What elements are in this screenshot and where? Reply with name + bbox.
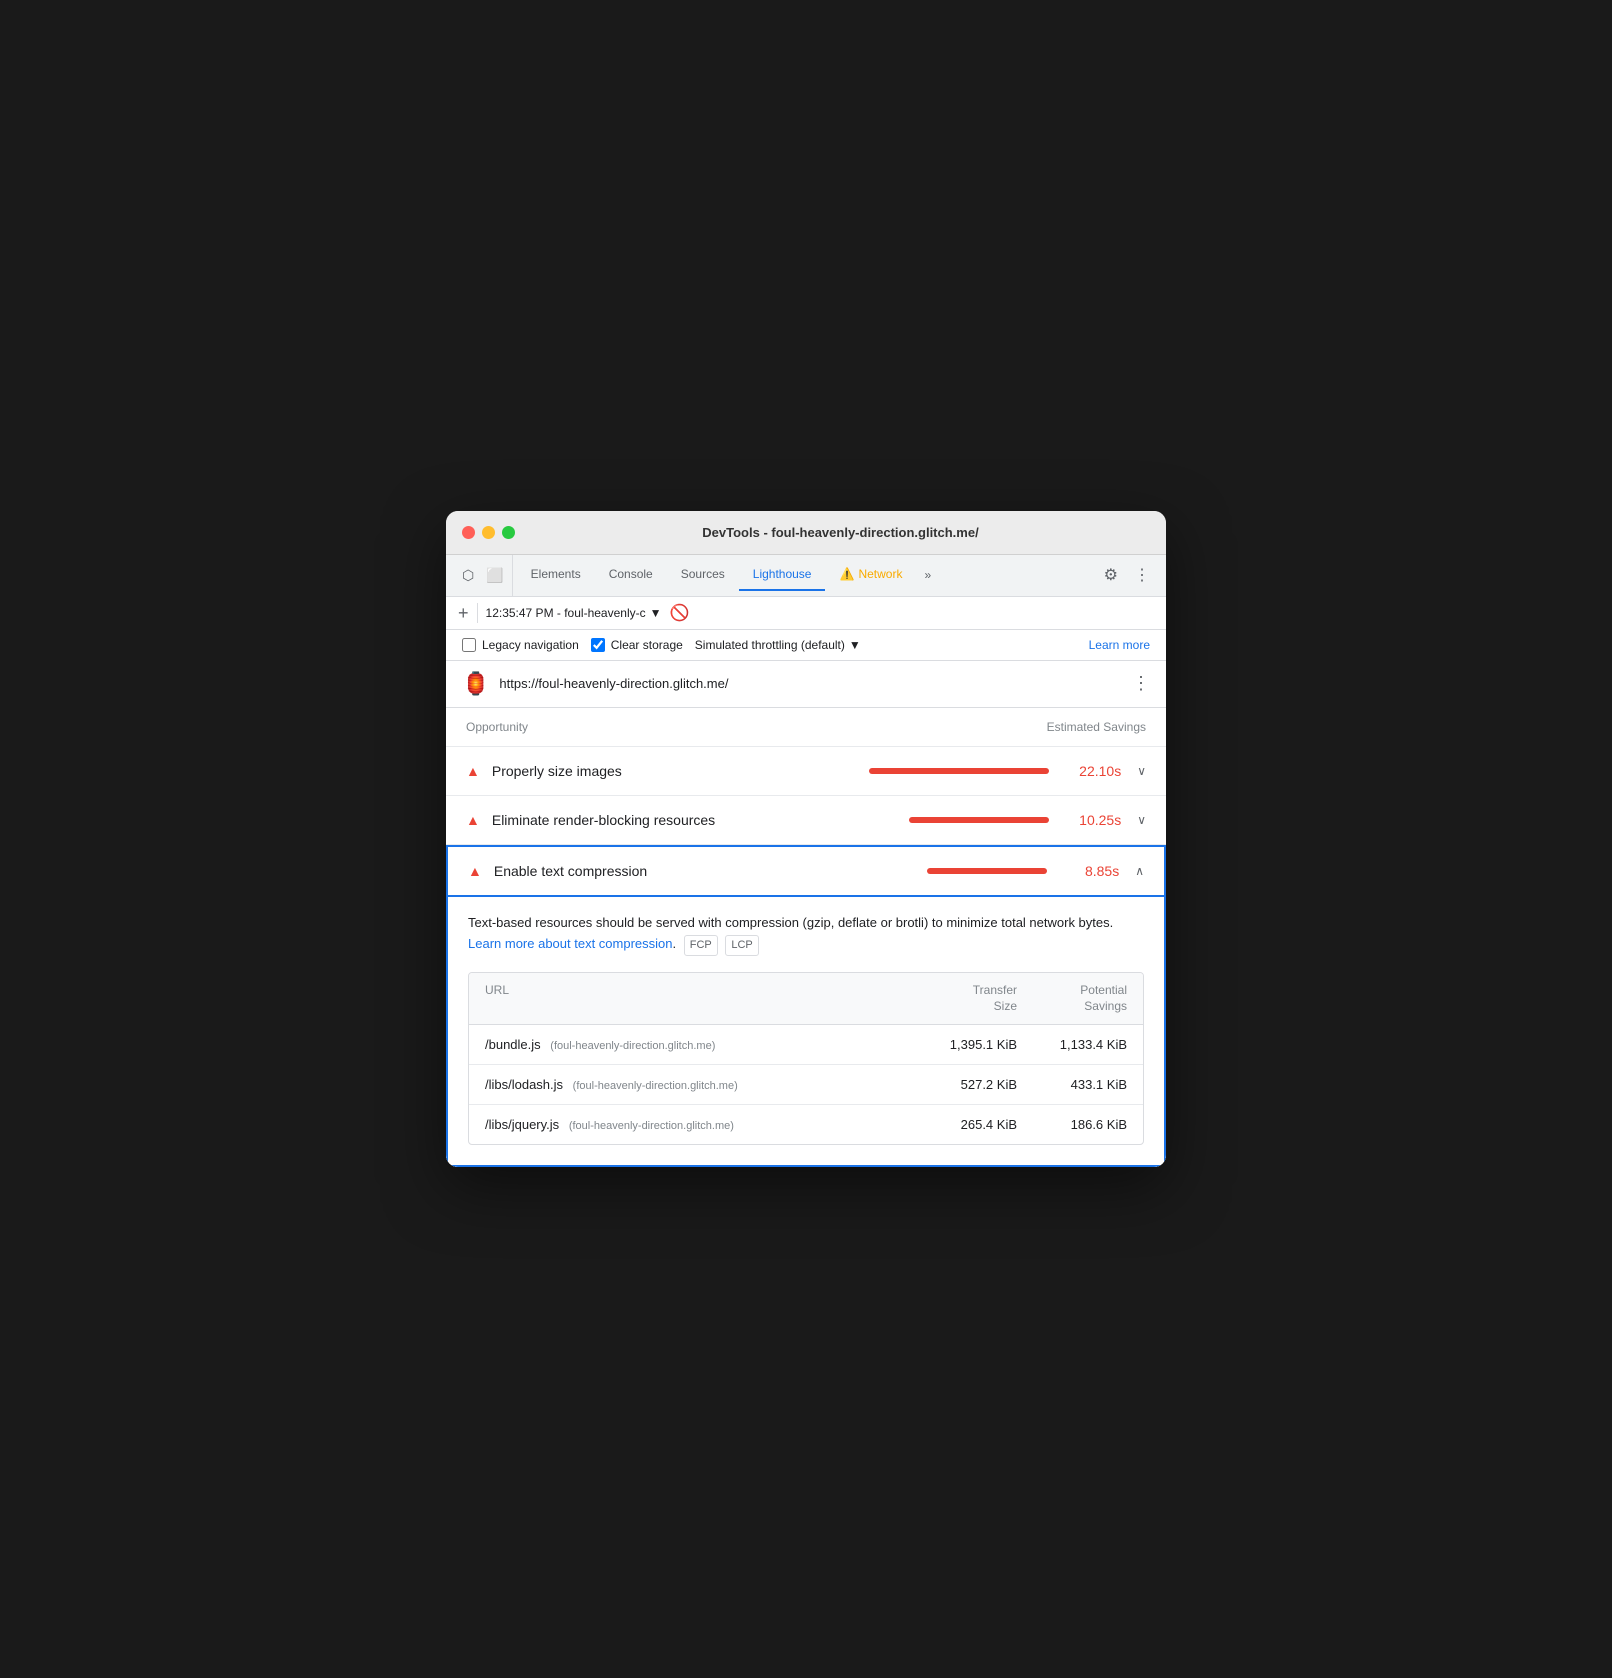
url-more-button[interactable]: ⋮ <box>1132 673 1150 694</box>
warning-triangle-icon: ⚠️ <box>839 567 854 581</box>
resource-transfer-size: 265.4 KiB <box>907 1117 1017 1132</box>
lighthouse-icon: 🏮 <box>462 671 489 697</box>
audit-time: 22.10s <box>1061 763 1121 779</box>
minimize-button[interactable] <box>482 526 495 539</box>
throttle-text: Simulated throttling (default) <box>695 638 845 652</box>
resource-potential-savings: 1,133.4 KiB <box>1017 1037 1127 1052</box>
expand-chevron-icon: ∨ <box>1137 813 1146 827</box>
warning-icon: ▲ <box>468 863 482 879</box>
options-bar: Legacy navigation Clear storage Simulate… <box>446 630 1166 661</box>
audit-time: 8.85s <box>1059 863 1119 879</box>
col-transfer-header: TransferSize <box>907 983 1017 1014</box>
legacy-nav-checkbox-label[interactable]: Legacy navigation <box>462 638 579 652</box>
resource-url-main: /libs/jquery.js <box>485 1117 559 1132</box>
audit-bar-container <box>849 768 1049 774</box>
session-selector[interactable]: 12:35:47 PM - foul-heavenly-c ▼ <box>486 606 662 620</box>
resources-table-header: URL TransferSize PotentialSavings <box>469 973 1143 1025</box>
devtools-window: DevTools - foul-heavenly-direction.glitc… <box>446 511 1166 1168</box>
audit-savings-bar <box>909 817 1049 823</box>
devtools-body: ⬡ ⬜ Elements Console Sources Lighthouse … <box>446 555 1166 1168</box>
expanded-audit-detail: Text-based resources should be served wi… <box>446 897 1166 1168</box>
clear-storage-checkbox-label[interactable]: Clear storage <box>591 638 683 652</box>
audit-description: Text-based resources should be served wi… <box>468 913 1144 956</box>
audit-savings-bar <box>927 868 1047 874</box>
lcp-badge: LCP <box>725 935 758 957</box>
audit-title: Properly size images <box>492 763 837 779</box>
title-bar: DevTools - foul-heavenly-direction.glitc… <box>446 511 1166 555</box>
resource-url-host: (foul-heavenly-direction.glitch.me) <box>569 1120 734 1132</box>
traffic-lights <box>462 526 515 539</box>
audit-title: Eliminate render-blocking resources <box>492 812 837 828</box>
throttle-arrow-icon: ▼ <box>849 638 861 652</box>
window-title: DevTools - foul-heavenly-direction.glitc… <box>531 525 1150 540</box>
col-savings-header: PotentialSavings <box>1017 983 1127 1014</box>
resource-url-main: /bundle.js <box>485 1037 541 1052</box>
tab-sources[interactable]: Sources <box>667 559 739 591</box>
audit-title: Enable text compression <box>494 863 835 879</box>
collapse-chevron-icon: ∧ <box>1135 864 1144 878</box>
inspect-icon[interactable]: ⬜ <box>482 563 507 588</box>
clear-storage-checkbox[interactable] <box>591 638 605 652</box>
resources-table: URL TransferSize PotentialSavings /bundl… <box>468 972 1144 1145</box>
tab-bar: ⬡ ⬜ Elements Console Sources Lighthouse … <box>446 555 1166 597</box>
tab-network[interactable]: ⚠️ Network <box>825 559 916 591</box>
audit-bar-container <box>849 817 1049 823</box>
resource-url-main: /libs/lodash.js <box>485 1077 563 1092</box>
resource-url-host: (foul-heavenly-direction.glitch.me) <box>550 1040 715 1052</box>
clear-storage-label: Clear storage <box>611 638 683 652</box>
resource-url: /libs/jquery.js (foul-heavenly-direction… <box>485 1117 907 1132</box>
audit-row-eliminate-render-blocking[interactable]: ▲ Eliminate render-blocking resources 10… <box>446 796 1166 845</box>
audit-table-header: Opportunity Estimated Savings <box>446 708 1166 747</box>
secondary-bar: + 12:35:47 PM - foul-heavenly-c ▼ 🚫 <box>446 597 1166 630</box>
learn-more-link[interactable]: Learn more <box>1089 638 1150 652</box>
expand-chevron-icon: ∨ <box>1137 764 1146 778</box>
audit-content: Opportunity Estimated Savings ▲ Properly… <box>446 708 1166 1168</box>
url-display: https://foul-heavenly-direction.glitch.m… <box>499 676 1122 691</box>
block-icon[interactable]: 🚫 <box>670 603 690 623</box>
close-button[interactable] <box>462 526 475 539</box>
cursor-icon[interactable]: ⬡ <box>458 563 478 588</box>
tab-lighthouse[interactable]: Lighthouse <box>739 559 826 591</box>
resource-potential-savings: 433.1 KiB <box>1017 1077 1127 1092</box>
audit-time: 10.25s <box>1061 812 1121 828</box>
resource-url: /libs/lodash.js (foul-heavenly-direction… <box>485 1077 907 1092</box>
resource-url-host: (foul-heavenly-direction.glitch.me) <box>573 1080 738 1092</box>
resource-url: /bundle.js (foul-heavenly-direction.glit… <box>485 1037 907 1052</box>
col-url-header: URL <box>485 983 907 1014</box>
fcp-badge: FCP <box>684 935 718 957</box>
opportunity-header: Opportunity <box>466 720 528 734</box>
tab-icon-group: ⬡ ⬜ <box>454 555 513 596</box>
legacy-nav-label: Legacy navigation <box>482 638 579 652</box>
resource-transfer-size: 1,395.1 KiB <box>907 1037 1017 1052</box>
settings-icon[interactable]: ⚙ <box>1096 559 1126 591</box>
audit-savings-bar <box>869 768 1049 774</box>
tab-console[interactable]: Console <box>595 559 667 591</box>
audit-row-properly-size-images[interactable]: ▲ Properly size images 22.10s ∨ <box>446 747 1166 796</box>
maximize-button[interactable] <box>502 526 515 539</box>
learn-more-compression-link[interactable]: Learn more about text compression <box>468 936 673 951</box>
audit-row-enable-text-compression[interactable]: ▲ Enable text compression 8.85s ∧ <box>446 845 1166 897</box>
resource-potential-savings: 186.6 KiB <box>1017 1117 1127 1132</box>
resource-transfer-size: 527.2 KiB <box>907 1077 1017 1092</box>
warning-icon: ▲ <box>466 763 480 779</box>
legacy-nav-checkbox[interactable] <box>462 638 476 652</box>
savings-header: Estimated Savings <box>1047 720 1146 734</box>
separator <box>477 603 478 623</box>
warning-icon: ▲ <box>466 812 480 828</box>
more-options-icon[interactable]: ⋮ <box>1126 559 1158 591</box>
more-tabs-button[interactable]: » <box>916 562 939 588</box>
session-label: 12:35:47 PM - foul-heavenly-c <box>486 606 646 620</box>
audit-bar-container <box>847 868 1047 874</box>
throttle-selector[interactable]: Simulated throttling (default) ▼ <box>695 638 861 652</box>
resource-row: /bundle.js (foul-heavenly-direction.glit… <box>469 1025 1143 1065</box>
tab-elements[interactable]: Elements <box>517 559 595 591</box>
url-bar: 🏮 https://foul-heavenly-direction.glitch… <box>446 661 1166 708</box>
resource-row: /libs/jquery.js (foul-heavenly-direction… <box>469 1105 1143 1144</box>
resource-row: /libs/lodash.js (foul-heavenly-direction… <box>469 1065 1143 1105</box>
add-session-button[interactable]: + <box>458 604 469 622</box>
chevron-down-icon: ▼ <box>650 606 662 620</box>
